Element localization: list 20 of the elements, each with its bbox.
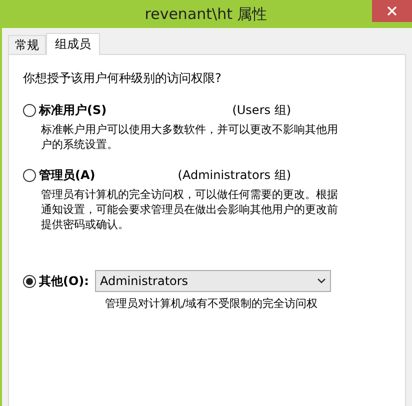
- option-label[interactable]: 管理员(A): [39, 166, 96, 184]
- dropdown-value: Administrators: [100, 273, 188, 290]
- close-icon: [387, 6, 397, 16]
- radio-button[interactable]: [23, 168, 36, 182]
- group-name: (Administrators 组): [178, 167, 291, 184]
- radio-button[interactable]: [23, 274, 36, 288]
- close-button[interactable]: [372, 0, 412, 22]
- tab[interactable]: 常规: [8, 35, 46, 54]
- group-name: (Users 组): [232, 102, 291, 119]
- caret-icon: [317, 278, 326, 284]
- tab[interactable]: 组成员: [46, 33, 100, 55]
- window-title: revenant\ht 属性: [144, 4, 268, 25]
- question-text: 你想授予该用户何种级别的访问权限?: [23, 70, 222, 87]
- radio-button[interactable]: [23, 104, 36, 116]
- option-description: 管理员有计算机的完全访问权，可以做任何需要的更改。根据通知设置，可能会要求管理员在做出会影响其他用户的更改前提供密码或确认。: [41, 187, 339, 232]
- option-description: 管理员对计算机/域有不受限制的完全访问权: [105, 296, 319, 312]
- group-dropdown[interactable]: Administrators: [95, 270, 331, 292]
- option-description: 标准帐户用户可以使用大多数软件，并可以更改不影响其他用户的系统设置。: [41, 122, 339, 152]
- option-label[interactable]: 其他(O):: [39, 272, 89, 290]
- option-label[interactable]: 标准用户(S): [39, 101, 107, 119]
